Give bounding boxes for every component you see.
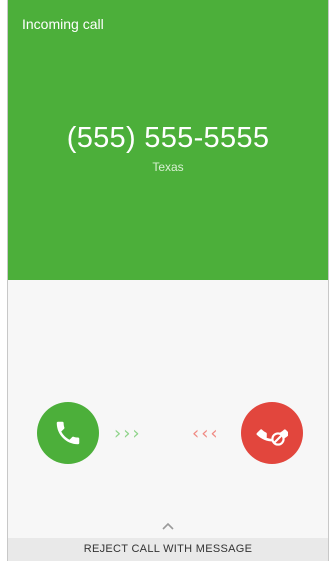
reject-with-message-button[interactable]: REJECT CALL WITH MESSAGE bbox=[8, 538, 328, 561]
reject-call-button[interactable] bbox=[241, 402, 303, 464]
caller-number: (555) 555-5555 bbox=[66, 122, 270, 154]
phone-reject-icon bbox=[256, 429, 288, 446]
answer-call-button[interactable] bbox=[37, 402, 99, 464]
call-status-label: Incoming call bbox=[22, 16, 104, 32]
swipe-right-hint: ››› bbox=[114, 423, 142, 444]
caller-location: Texas bbox=[152, 160, 184, 174]
swipe-left-hint: ‹‹‹ bbox=[192, 423, 220, 444]
caller-info-panel: Incoming call (555) 555-5555 Texas bbox=[8, 0, 328, 280]
incoming-call-screen: Incoming call (555) 555-5555 Texas ››› ‹… bbox=[7, 0, 329, 561]
phone-icon bbox=[56, 421, 80, 445]
chevron-up-icon[interactable] bbox=[161, 521, 175, 531]
